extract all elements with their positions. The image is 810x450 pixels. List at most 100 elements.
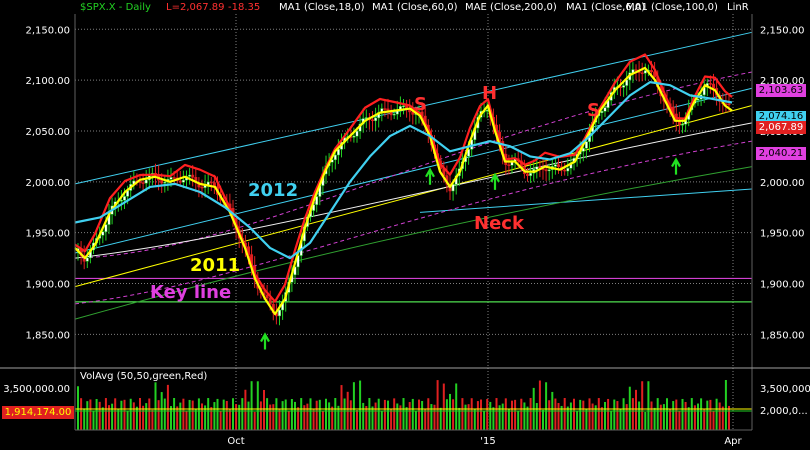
volume-bar (452, 399, 455, 430)
volume-bar (197, 398, 200, 430)
volume-bar (135, 406, 138, 430)
candle-body (529, 172, 533, 176)
volume-bar (163, 398, 166, 430)
candle-body (622, 85, 626, 88)
volume-bar (383, 399, 386, 430)
volume-bar (588, 398, 591, 430)
volume-bar (235, 404, 238, 430)
volume-bar (244, 389, 247, 430)
candle-body (268, 297, 272, 305)
annotation-neck: Neck (474, 213, 524, 234)
volume-bar (486, 398, 489, 430)
volume-bar (455, 383, 458, 430)
volume-bar (250, 381, 253, 430)
candle-body (181, 179, 185, 183)
volume-bar (359, 380, 362, 430)
volume-bar (117, 409, 120, 430)
volume-bar (569, 402, 572, 430)
volume-bar (185, 410, 188, 430)
volume-bar (666, 398, 668, 430)
volume-tick-label: 2,000,0... (760, 406, 808, 417)
volume-bar (659, 404, 662, 430)
volume-bar (176, 406, 179, 430)
price-tag: 2,067.89 (756, 121, 806, 134)
volume-bar (318, 399, 321, 430)
volume-bar (98, 401, 101, 430)
volume-bar (393, 398, 396, 430)
volume-bar (672, 401, 675, 430)
volume-panel (75, 380, 752, 430)
volume-bar (157, 400, 160, 430)
candle-body (547, 169, 551, 172)
candle-body (696, 98, 700, 101)
volume-bar (300, 398, 303, 430)
volume-bar (111, 403, 114, 430)
volume-bar (504, 398, 507, 430)
volume-bar (703, 409, 706, 430)
volume-bar (129, 398, 132, 430)
volume-bar (616, 401, 619, 430)
volume-bar (517, 410, 520, 430)
y-tick-label: 1,950.00 (760, 229, 805, 240)
annotation-2011: 2011 (190, 255, 241, 276)
volume-bar (480, 399, 482, 430)
volume-bar (470, 398, 473, 430)
volume-bar (709, 399, 712, 430)
volume-bar (340, 385, 343, 430)
y-tick-label: 1,950.00 (25, 229, 70, 240)
candle-body (634, 69, 638, 71)
volume-bar (507, 409, 510, 430)
volume-bar (151, 409, 154, 430)
volume-bar (77, 386, 79, 430)
buy-arrow (425, 167, 435, 185)
volume-bar (334, 398, 337, 430)
volume-bar (328, 402, 331, 430)
volume-bar (139, 398, 141, 430)
volume-bar (721, 406, 724, 430)
candle-body (544, 169, 548, 172)
candle-body (352, 135, 356, 138)
volume-bar (356, 410, 358, 430)
volume-bar (225, 400, 228, 430)
volume-bar (253, 411, 256, 430)
volume-bar (377, 398, 380, 430)
moving-averages (74, 53, 733, 350)
volume-bar (436, 380, 439, 430)
candle-body (144, 179, 148, 184)
volume-bar (625, 404, 628, 430)
volume-bar (430, 404, 433, 430)
volume-bar (284, 399, 287, 430)
volume-bar (114, 398, 117, 430)
volume-bar (538, 380, 541, 430)
volume-bar (380, 410, 383, 430)
candle-body (333, 154, 337, 161)
volume-bar (371, 406, 374, 430)
candle-body (160, 179, 164, 184)
volume-bar (421, 401, 424, 430)
volume-bar (182, 398, 185, 430)
volume-bar (408, 402, 411, 430)
volume-bar (259, 401, 262, 430)
price-tag: 2,040.21 (756, 147, 806, 160)
volume-bar (83, 408, 86, 430)
candle-body (85, 257, 89, 262)
volume-bar (269, 404, 272, 430)
axes: 2,150.00 2,150.002,100.00 2,100.002,050.00… (0, 14, 810, 447)
y-tick-label: 2,050.00 (25, 127, 70, 138)
volume-bar (312, 409, 315, 430)
study-label: MAE (Close,200,0) (465, 2, 557, 13)
volume-bar (89, 399, 92, 430)
volume-bar (638, 401, 641, 430)
volume-bar (427, 398, 430, 430)
volume-bar (579, 399, 582, 430)
candle-body (507, 164, 511, 167)
y-tick-label: 1,850.00 (25, 330, 70, 341)
y-tick-label: 1,900.00 (760, 280, 805, 291)
volume-bar (724, 380, 727, 430)
volume-bar (563, 398, 566, 430)
volume-bar (641, 381, 644, 430)
x-tick-label: Oct (227, 436, 244, 447)
last-price-label: L=2,067.89 (166, 2, 225, 13)
volume-bar (442, 383, 445, 430)
change-label: -18.35 (228, 2, 261, 13)
